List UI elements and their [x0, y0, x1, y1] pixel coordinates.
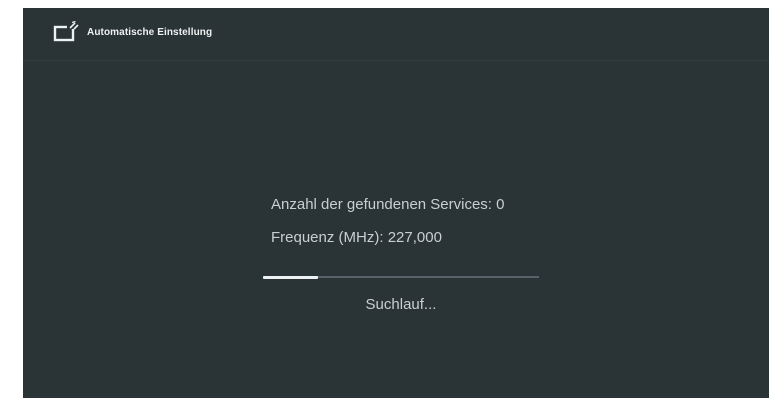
header: Automatische Einstellung	[53, 20, 212, 44]
services-found-label: Anzahl der gefundenen Services:	[271, 196, 492, 213]
scan-status-text: Suchlauf...	[365, 296, 437, 313]
scan-progress-bar	[263, 275, 539, 279]
frequency-label: Frequenz (MHz):	[271, 229, 384, 246]
frequency-line: Frequenz (MHz): 227,000	[271, 229, 442, 246]
page-title: Automatische Einstellung	[87, 26, 213, 38]
services-found-line: Anzahl der gefundenen Services: 0	[271, 196, 505, 213]
tv-screen: Automatische Einstellung Anzahl der gefu…	[23, 8, 769, 398]
header-divider	[23, 60, 769, 61]
tv-antenna-icon	[53, 20, 81, 44]
frequency-value: 227,000	[387, 229, 442, 246]
services-found-count: 0	[496, 196, 505, 213]
scan-progress-fill	[263, 275, 319, 279]
